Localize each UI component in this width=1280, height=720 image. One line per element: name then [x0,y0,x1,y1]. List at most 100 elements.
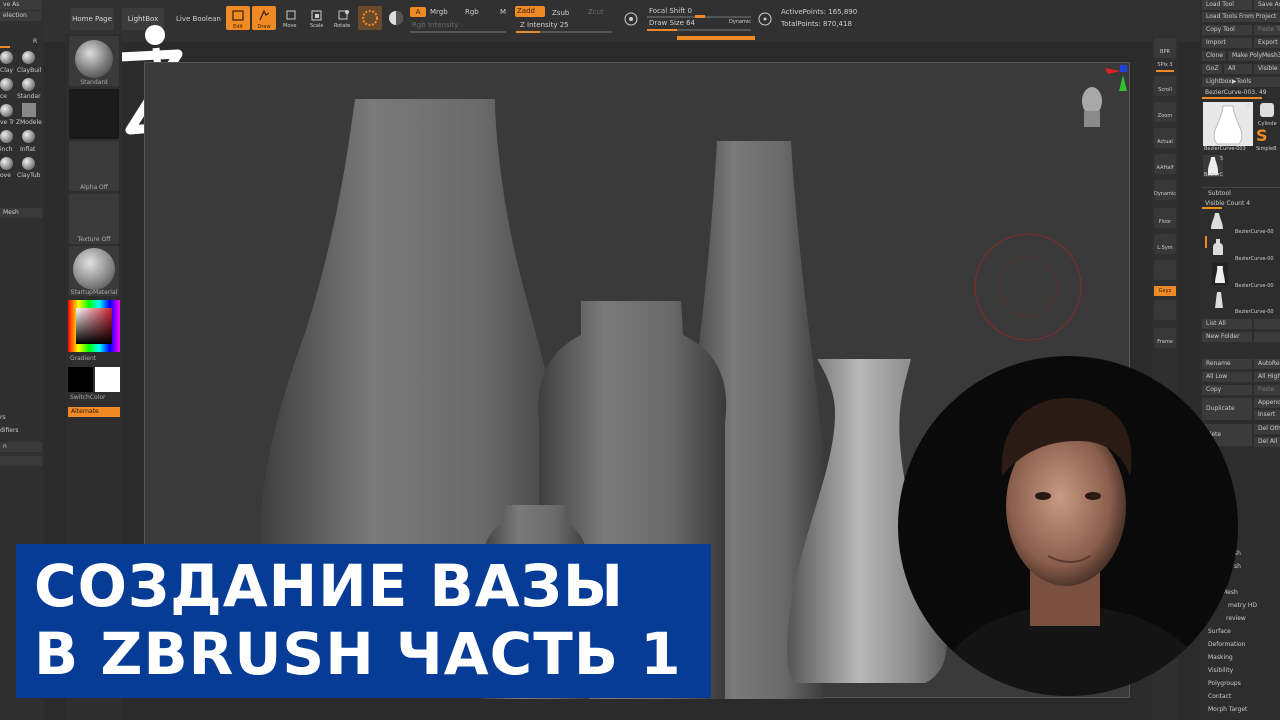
load-tool-button[interactable]: Load Tool [1202,0,1252,10]
left-shelf-button[interactable]: n [0,442,42,452]
selection-button[interactable]: election [0,11,42,21]
paste-subtool-button[interactable]: Paste [1254,385,1280,395]
tool-menu-item[interactable]: Deformation [1208,641,1245,648]
subtool-name[interactable]: BezierCurve-00 [1235,283,1274,289]
move-button[interactable]: Move [280,8,302,30]
m-toggle[interactable]: M [500,8,506,16]
subtool-name[interactable]: BezierCurve-00 [1235,229,1274,235]
append-button[interactable]: Append [1254,398,1280,408]
tool-menu-item[interactable]: Morph Target [1208,706,1247,713]
r-toggle[interactable]: R [33,38,37,45]
bpr-button[interactable]: BPR [1154,38,1176,58]
brush-slider[interactable] [0,46,10,48]
brush-dam-icon[interactable] [0,78,13,91]
alternate-button[interactable]: Alternate [68,407,120,417]
paste-tool-button[interactable]: Paste To [1254,25,1280,35]
subtool-thumb-selected[interactable] [1212,263,1228,285]
frame-button[interactable]: Frame [1154,328,1176,348]
actual-button[interactable]: Actual [1154,128,1176,148]
rotate-view-button[interactable] [1154,300,1176,320]
focal-shift-slider[interactable]: Focal Shift 0 [649,7,692,15]
color-picker[interactable] [68,300,120,352]
transp-button[interactable] [386,8,406,28]
tool-menu-item[interactable]: Masking [1208,654,1233,661]
duplicate-button[interactable]: Duplicate [1202,398,1252,420]
zadd-toggle[interactable]: Zadd [515,6,545,17]
color-saturation-box[interactable] [76,308,112,344]
tool-menu-item[interactable]: sh [1234,563,1241,570]
copy-subtool-button[interactable]: Copy [1202,385,1252,395]
simplebrush-thumbnail[interactable]: S [1256,126,1280,146]
brush-move-icon[interactable] [0,104,13,117]
gxyz-button[interactable]: Gxyz [1154,286,1176,296]
copy-tool-button[interactable]: Copy Tool [1202,25,1252,35]
lsym-button[interactable]: L.Sym [1154,234,1176,254]
subtool-header[interactable]: Subtool [1208,190,1231,197]
rotate-button[interactable]: Rotate [332,8,354,30]
all-high-button[interactable]: All High [1254,372,1280,382]
goz-all-button[interactable]: All [1224,64,1252,74]
d-button[interactable] [756,10,774,28]
draw-button[interactable]: Draw [252,6,276,30]
subtool-thumb[interactable] [1212,237,1224,257]
mesh-button[interactable]: Mesh [0,208,42,218]
import-button[interactable]: Import [1202,38,1252,48]
clone-button[interactable]: Clone [1202,51,1226,61]
stroke-thumbnail[interactable] [69,89,119,139]
tool-menu-item[interactable]: Polygroups [1208,680,1241,687]
new-folder-button[interactable]: New Folder [1202,332,1252,342]
left-shelf-button-2[interactable] [0,456,42,466]
subtool-thumb[interactable] [1210,211,1224,233]
current-tool-slider[interactable]: BezierCurve-003. 49 [1205,89,1267,96]
scroll-button[interactable]: Scroll [1154,76,1176,96]
draw-size-slider[interactable]: Draw Size 64 [649,19,695,27]
brush-pinch-icon[interactable] [0,130,13,143]
move-down-button[interactable] [1254,332,1280,342]
subtool-name[interactable]: BezierCurve-00 [1235,256,1274,262]
subtool-name[interactable]: BezierCurve-00 [1235,309,1274,315]
brush-zmodeler-icon[interactable] [22,103,36,117]
persp-button[interactable]: Dynamic Persp [1154,180,1176,225]
zcut-toggle[interactable]: Zcut [588,8,604,16]
zoom-button[interactable]: Zoom [1154,102,1176,122]
tool-thumbnail-vase[interactable] [1203,102,1253,146]
tool-menu-item[interactable]: review [1226,615,1246,622]
sculptris-button[interactable] [358,6,382,30]
brush-claybuildup-icon[interactable] [22,51,35,64]
primary-color-swatch[interactable] [68,367,93,392]
a-toggle[interactable]: A [410,7,426,17]
load-tools-project-button[interactable]: Load Tools From Project [1202,12,1280,22]
export-button[interactable]: Export [1254,38,1280,48]
tool-menu-item[interactable]: Visibility [1208,667,1233,674]
dynamic-toggle[interactable]: Dynamic [729,19,751,25]
subtool-thumb[interactable] [1214,290,1224,310]
scale-button[interactable]: Scale [306,8,328,30]
del-all-button[interactable]: Del All [1254,437,1280,447]
insert-button[interactable]: Insert [1254,410,1280,420]
list-all-button[interactable]: List All [1202,319,1252,329]
make-polymesh-button[interactable]: Make PolyMesh3D [1228,51,1280,61]
switch-color-button[interactable]: SwitchColor [70,394,120,401]
brush-smooth-icon[interactable] [0,157,13,170]
brush-clay-icon[interactable] [0,51,13,64]
rgb-toggle[interactable]: Rgb [465,8,479,16]
lightbox-tools-button[interactable]: Lightbox▶Tools [1202,77,1280,87]
save-as-button[interactable]: ve As [0,0,42,10]
lock-button[interactable] [1154,260,1176,280]
aahalf-button[interactable]: AAHalf [1154,154,1176,174]
floor-button[interactable]: Floor [1154,208,1176,228]
autoreorder-button[interactable]: AutoRe [1254,359,1280,369]
visible-count-slider[interactable]: Visible Count 4 [1205,200,1250,207]
tool-menu-item[interactable]: Surface [1208,628,1231,635]
cylinder-thumbnail[interactable] [1256,100,1280,120]
brush-claytubes-icon[interactable] [22,157,35,170]
all-low-button[interactable]: All Low [1202,372,1252,382]
brush-standard-icon[interactable] [22,78,35,91]
s-button[interactable] [622,10,640,28]
zsub-toggle[interactable]: Zsub [552,9,569,17]
spix-slider[interactable]: SPix 3 [1152,62,1178,68]
tool-menu-item[interactable]: Contact [1208,693,1231,700]
save-as-tool-button[interactable]: Save As [1254,0,1280,10]
mrgb-toggle[interactable]: Mrgb [430,8,448,16]
goz-button[interactable]: GoZ [1202,64,1222,74]
